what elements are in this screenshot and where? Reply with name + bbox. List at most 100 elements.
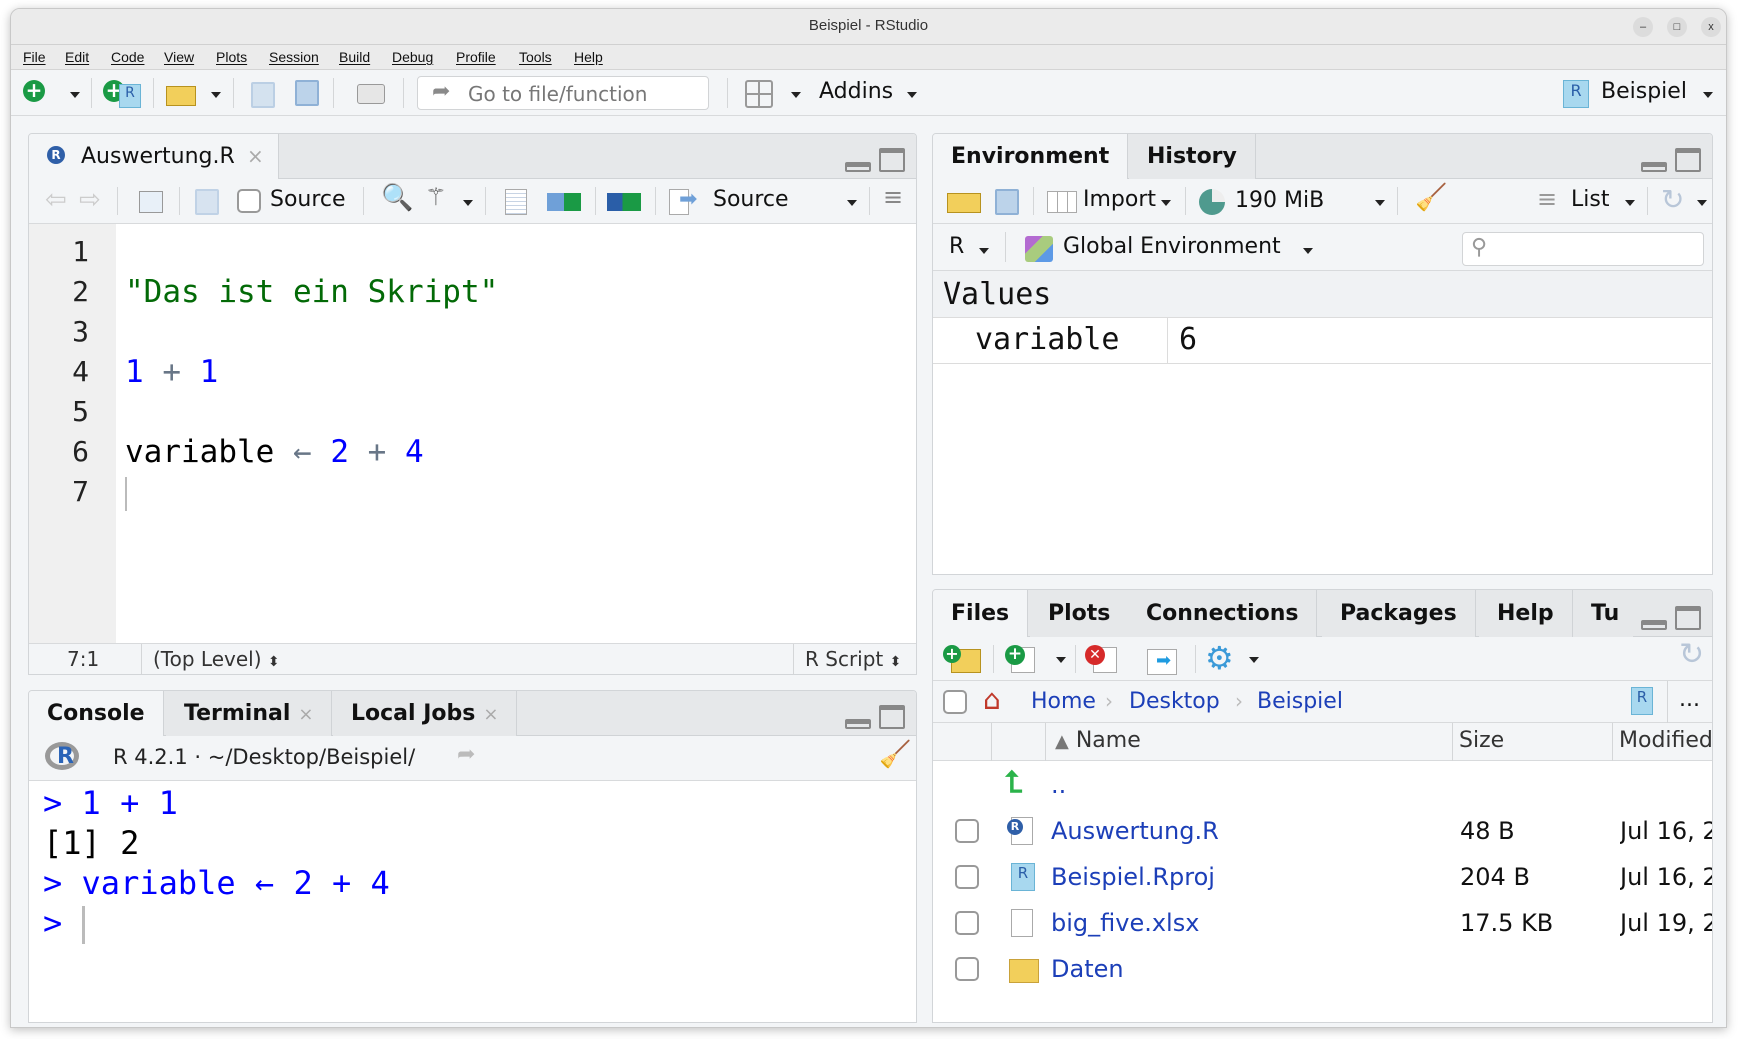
import-dropdown-icon[interactable] (1161, 200, 1171, 206)
pane-layout-icon[interactable] (745, 80, 773, 108)
environment-search-input[interactable]: ⚲ (1462, 232, 1704, 266)
memory-usage-button[interactable]: 190 MiB (1235, 188, 1324, 213)
code-line[interactable]: 1 + 1 (125, 352, 218, 392)
outline-icon[interactable]: ≡ (883, 183, 903, 211)
file-name-link[interactable]: Daten (1051, 955, 1124, 983)
menu-build[interactable]: Build (339, 49, 370, 65)
console-cursor[interactable] (81, 906, 85, 944)
file-checkbox[interactable] (955, 911, 979, 935)
more-dropdown-icon[interactable] (1249, 657, 1259, 663)
maximize-button[interactable]: □ (1667, 17, 1687, 37)
file-row[interactable]: Daten (933, 947, 1712, 993)
new-file-dropdown-icon[interactable] (70, 92, 80, 98)
source-on-save-checkbox[interactable] (237, 189, 261, 213)
code-tools-dropdown-icon[interactable] (463, 200, 473, 206)
tab-environment[interactable]: Environment (933, 134, 1129, 180)
open-file-icon[interactable] (166, 86, 196, 106)
save-all-icon[interactable] (295, 80, 319, 106)
code-line[interactable] (125, 472, 127, 512)
file-row[interactable]: R Auswertung.R 48 B Jul 16, 2 (933, 809, 1712, 855)
close-button[interactable]: x (1701, 17, 1721, 37)
minimize-button[interactable]: – (1633, 17, 1653, 37)
refresh-dropdown-icon[interactable] (1697, 200, 1707, 206)
menu-code[interactable]: Code (111, 49, 144, 65)
menu-edit[interactable]: Edit (65, 49, 89, 65)
refresh-icon[interactable]: ↻ (1661, 183, 1684, 216)
view-mode-button[interactable]: List (1571, 187, 1609, 212)
addins-dropdown-icon[interactable] (907, 92, 917, 98)
maximize-pane-icon[interactable] (1675, 606, 1701, 630)
breadcrumb-desktop[interactable]: Desktop (1129, 689, 1220, 714)
maximize-pane-icon[interactable] (879, 148, 905, 172)
back-icon[interactable]: ⇦ (45, 185, 67, 215)
value-row[interactable]: variable 6 (933, 318, 1711, 364)
menu-view[interactable]: View (164, 49, 194, 65)
run-line-icon[interactable] (547, 193, 581, 211)
menu-session[interactable]: Session (269, 49, 319, 65)
scope-selector[interactable]: (Top Level) ⬍ (153, 647, 280, 671)
maximize-pane-icon[interactable] (879, 705, 905, 729)
view-mode-dropdown-icon[interactable] (1625, 200, 1635, 206)
file-name-link[interactable]: Beispiel.Rproj (1051, 863, 1215, 891)
language-dropdown-icon[interactable] (979, 248, 989, 254)
tab-console[interactable]: Console (29, 691, 164, 737)
menu-debug[interactable]: Debug (392, 49, 433, 65)
tab-files[interactable]: Files (933, 590, 1029, 638)
code-tools-icon[interactable]: ⚚ (425, 183, 447, 211)
close-tab-icon[interactable]: × (247, 134, 264, 179)
import-dataset-button[interactable]: Import (1083, 187, 1156, 212)
file-checkbox[interactable] (955, 865, 979, 889)
memory-dropdown-icon[interactable] (1375, 200, 1385, 206)
column-modified[interactable]: Modified (1619, 728, 1712, 753)
close-tab-icon[interactable]: × (483, 704, 498, 725)
clear-console-icon[interactable]: 🧹 (879, 740, 911, 770)
addins-menu[interactable]: Addins (819, 79, 893, 104)
maximize-pane-icon[interactable] (1675, 148, 1701, 172)
parent-dir-link[interactable]: .. (1051, 771, 1066, 799)
settings-gear-icon[interactable]: ⚙ (1205, 639, 1234, 677)
tab-terminal[interactable]: Terminal × (166, 691, 333, 736)
compile-report-icon[interactable] (505, 189, 527, 215)
parent-dir-row[interactable]: ⮤ .. (933, 763, 1712, 809)
column-size[interactable]: Size (1459, 728, 1504, 753)
open-file-dropdown-icon[interactable] (211, 92, 221, 98)
rerun-icon[interactable] (607, 193, 641, 211)
tab-plots[interactable]: Plots (1030, 590, 1130, 637)
go-to-project-dir-icon[interactable]: R (1631, 687, 1653, 715)
source-button[interactable]: Source (713, 187, 789, 212)
code-line[interactable]: "Das ist ein Skript" (125, 272, 498, 312)
show-in-window-icon[interactable] (139, 191, 163, 213)
save-workspace-icon[interactable] (995, 189, 1019, 215)
home-icon[interactable]: ⌂ (983, 683, 1001, 716)
minimize-pane-icon[interactable] (845, 162, 871, 172)
tab-auswertung-r[interactable]: R Auswertung.R × (29, 134, 279, 180)
tab-connections[interactable]: Connections (1128, 590, 1318, 637)
save-icon[interactable] (195, 189, 219, 215)
minimize-pane-icon[interactable] (845, 719, 871, 729)
select-all-checkbox[interactable] (943, 690, 967, 714)
menu-help[interactable]: Help (574, 49, 603, 65)
language-selector[interactable]: R (949, 234, 964, 259)
project-dropdown-icon[interactable] (1703, 92, 1713, 98)
more-path-button[interactable]: ... (1679, 687, 1700, 712)
rename-file-icon[interactable]: ➡ (1147, 649, 1177, 675)
file-row[interactable]: big_five.xlsx 17.5 KB Jul 19, 2 (933, 901, 1712, 947)
file-checkbox[interactable] (955, 819, 979, 843)
menu-tools[interactable]: Tools (519, 49, 552, 65)
tab-help[interactable]: Help (1479, 590, 1573, 637)
console-output[interactable]: > 1 + 1 [1] 2 > variable ← 2 + 4 > (29, 783, 916, 1022)
file-row[interactable]: R Beispiel.Rproj 204 B Jul 16, 2 (933, 855, 1712, 901)
goto-file-input[interactable]: ➦ Go to file/function (417, 76, 709, 110)
go-to-dir-icon[interactable]: ➦ (457, 742, 475, 767)
minimize-pane-icon[interactable] (1641, 620, 1667, 630)
scope-dropdown-icon[interactable] (1303, 248, 1313, 254)
clear-workspace-icon[interactable]: 🧹 (1415, 183, 1447, 213)
code-editor[interactable]: 1 2 "Das ist ein Skript" 3 4 1 + 1 5 6 variable … (29, 232, 916, 632)
tab-packages[interactable]: Packages (1322, 590, 1476, 637)
source-dropdown-icon[interactable] (847, 200, 857, 206)
tab-history[interactable]: History (1129, 134, 1256, 179)
tab-tutorial[interactable]: Tu (1573, 590, 1633, 637)
code-line[interactable]: variable ← 2 + 4 (125, 432, 424, 472)
new-file-dropdown-icon[interactable] (1056, 657, 1066, 663)
filetype-selector[interactable]: R Script ⬍ (805, 647, 901, 671)
